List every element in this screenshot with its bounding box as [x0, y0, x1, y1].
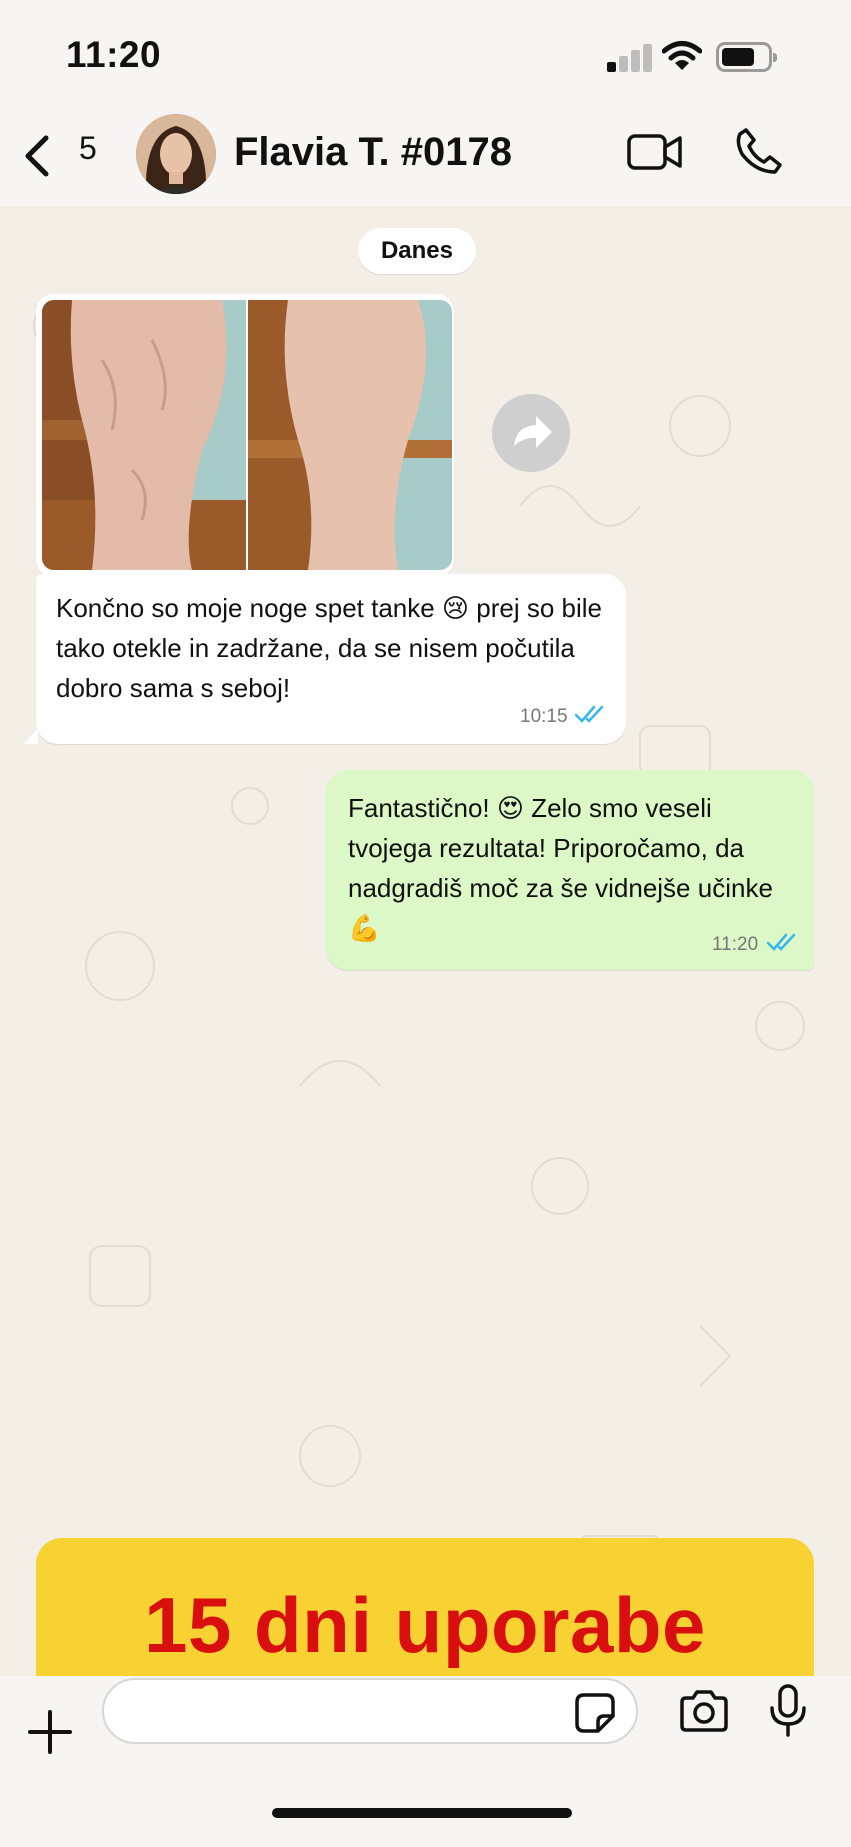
date-separator: Danes — [358, 228, 476, 274]
avatar[interactable] — [136, 114, 216, 194]
photo-after[interactable] — [248, 300, 452, 570]
status-time: 11:20 — [66, 34, 162, 75]
message-text: Končno so moje noge spet tanke 😢 prej so… — [56, 593, 602, 703]
forward-icon[interactable] — [492, 394, 570, 472]
chat-header: 5 Flavia T. #0178 — [0, 110, 851, 206]
battery-icon — [716, 42, 777, 72]
signal-icon — [607, 44, 653, 72]
message-time: 10:15 — [520, 706, 568, 727]
plus-icon[interactable] — [28, 1710, 72, 1754]
input-bar — [0, 1676, 851, 1847]
camera-icon[interactable] — [678, 1690, 730, 1732]
video-camera-icon[interactable] — [626, 130, 684, 174]
contact-name[interactable]: Flavia T. #0178 — [234, 130, 512, 175]
chat-area[interactable]: Danes Končno so moje noge spet tanke 😢 p… — [0, 206, 851, 1676]
double-check-icon — [574, 705, 604, 723]
bubble-tail — [24, 728, 38, 744]
sticker-icon[interactable] — [574, 1692, 616, 1734]
message-time: 11:20 — [712, 934, 759, 955]
phone-icon[interactable] — [734, 126, 784, 176]
chevron-left-icon[interactable] — [16, 128, 56, 184]
image-message[interactable] — [36, 294, 454, 578]
promo-banner: 15 dni uporabe — [36, 1538, 814, 1676]
message-text: Fantastično! 😍 Zelo smo veseli tvojega r… — [348, 793, 773, 943]
banner-text: 15 dni uporabe — [144, 1581, 706, 1669]
status-bar: 11:20 — [0, 0, 851, 110]
photo-before[interactable] — [42, 300, 246, 570]
message-input[interactable] — [102, 1678, 638, 1744]
outgoing-message[interactable]: Fantastično! 😍 Zelo smo veseli tvojega r… — [326, 770, 814, 970]
double-check-icon — [766, 933, 796, 951]
wifi-icon — [662, 41, 702, 70]
microphone-icon[interactable] — [768, 1684, 808, 1738]
unread-count[interactable]: 5 — [79, 130, 97, 167]
incoming-message[interactable]: Končno so moje noge spet tanke 😢 prej so… — [24, 574, 626, 744]
home-indicator[interactable] — [272, 1808, 572, 1818]
